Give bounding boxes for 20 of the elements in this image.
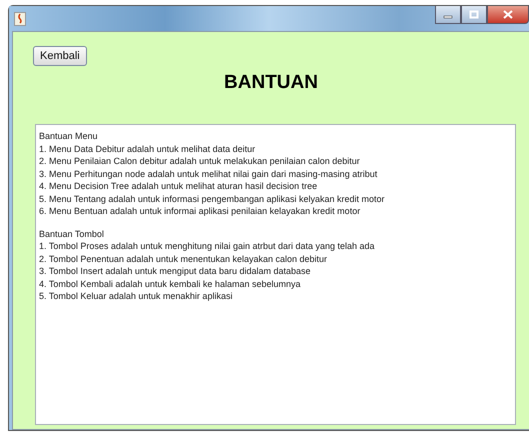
help-line: 5. Menu Tentang adalah untuk informasi pengembangan aplikasi kelyakan kredit motor — [39, 192, 386, 205]
minimize-button[interactable] — [435, 6, 461, 24]
close-icon — [503, 10, 513, 19]
help-line: 5. Tombol Keluar adalah untuk menakhir aplikasi — [39, 290, 234, 302]
help-line: 2. Menu Penilaian Calon debitur adalah untuk melakukan penilaian calon debitur — [39, 155, 361, 168]
help-line: 4. Tombol Kembali adalah untuk kembali ke halaman sebelumnya — [39, 278, 302, 290]
section-title: Bantuan Menu — [39, 130, 99, 142]
back-button[interactable]: Kembali — [33, 46, 87, 66]
help-line: 2. Tombol Penentuan adalah untuk menentukan kelayakan calon debitur — [39, 252, 328, 265]
help-line: 3. Menu Perhitungan node adalah untuk melihat nilai gain dari masing-masing atribut — [39, 168, 378, 180]
help-line: 4. Menu Decision Tree adalah untuk melihat aturan hasil decision tree — [39, 180, 318, 192]
maximize-button[interactable] — [461, 6, 487, 24]
maximize-icon — [469, 10, 479, 19]
close-button[interactable] — [487, 6, 529, 24]
section-title: Bantuan Tombol — [39, 228, 105, 240]
page-heading: BANTUAN — [223, 72, 319, 94]
help-line: 3. Tombol Insert adalah untuk mengiput data baru didalam database — [39, 265, 312, 278]
help-line: 1. Menu Data Debitur adalah untuk melihat data deitur — [39, 142, 256, 155]
help-line: 6. Menu Bentuan adalah untuk informai aplikasi penilaian kelayakan kredit motor — [39, 205, 362, 218]
help-line: 1. Tombol Proses adalah untuk menghitung nilai gain atrbut dari data yang telah ada — [39, 240, 376, 252]
